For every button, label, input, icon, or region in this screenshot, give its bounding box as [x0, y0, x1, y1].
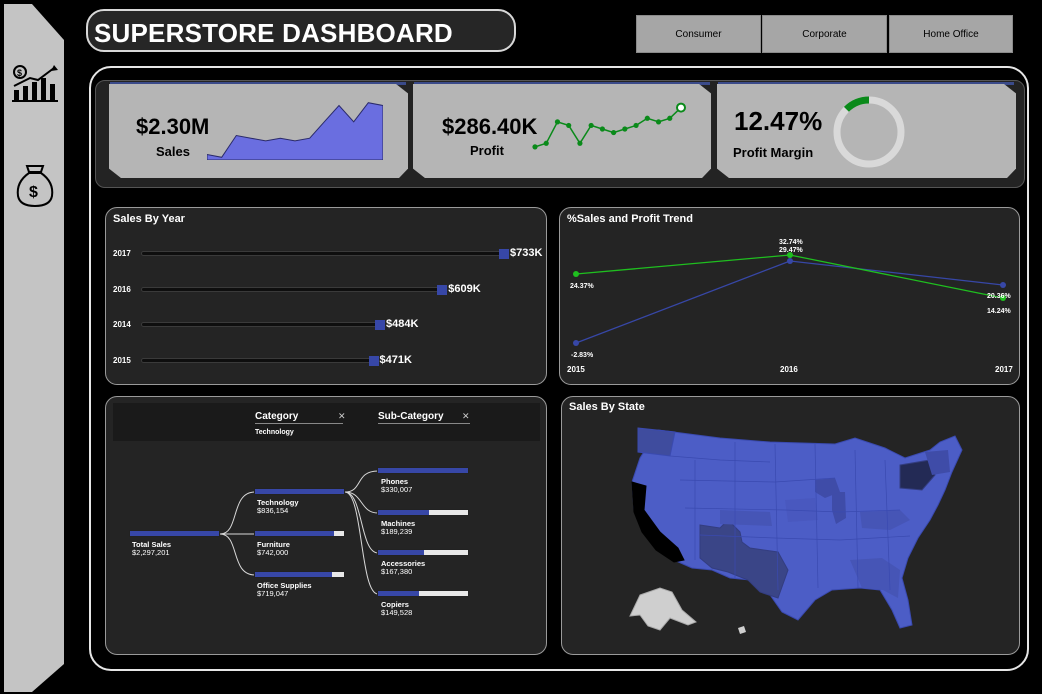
year-bar-track: [141, 357, 376, 363]
year-bar-track: [141, 322, 382, 327]
year-bar-value: $609K: [448, 282, 481, 295]
profit-sparkline-point: [532, 144, 538, 150]
margin-donut-value-arc: [843, 96, 870, 112]
category-node-bar[interactable]: [254, 488, 345, 495]
profit-sparkline-point: [611, 129, 617, 136]
subcategory-node-bar[interactable]: [377, 509, 469, 516]
subcategory-node-fill: [378, 591, 419, 596]
profit-sparkline-point: [543, 140, 549, 146]
trend-series-point: [573, 340, 579, 346]
decomposition-connectors: [219, 470, 379, 595]
page-title: SUPERSTORE DASHBOARD: [94, 18, 453, 48]
svg-text:$: $: [17, 68, 22, 78]
year-bar: [499, 249, 509, 259]
trend-chart: [573, 252, 1006, 346]
profit-value: $286.40K: [442, 114, 538, 139]
money-bag-icon[interactable]: $: [10, 164, 60, 214]
trend-series-point: [1000, 282, 1006, 288]
year-bar-value: $733K: [510, 247, 543, 259]
year-label: 2017: [113, 249, 131, 258]
sidebar: $ $: [4, 4, 64, 692]
margin-value: 12.47%: [734, 106, 823, 136]
sales-sparkline: [207, 102, 383, 160]
profit-sparkline-point: [554, 119, 561, 125]
profit-sparkline-point: [655, 119, 662, 125]
kpi-card-margin[interactable]: 12.47% Profit Margin: [717, 84, 1016, 178]
profit-sparkline-point: [644, 115, 650, 121]
year-label: 2014: [113, 320, 131, 329]
profit-sparkline-point: [676, 102, 686, 113]
subcategory-node-value: $330,007: [381, 485, 413, 494]
profit-label: Profit: [470, 143, 504, 158]
profit-sparkline-point: [667, 115, 673, 121]
year-bar: [368, 355, 379, 366]
category-node-bar[interactable]: [254, 571, 345, 578]
subcategory-node-fill: [378, 510, 430, 515]
subcategory-node-value: $149,528: [381, 608, 413, 617]
kpi-card-sales[interactable]: $2.30M Sales: [109, 84, 408, 178]
root-node-bar[interactable]: [129, 530, 220, 537]
category-node-fill: [255, 531, 335, 536]
sales-value: $2.30M: [136, 114, 210, 139]
year-label: 2015: [113, 355, 131, 365]
sales-by-year-title: Sales By Year: [113, 213, 185, 225]
category-node-value: $742,000: [257, 548, 289, 557]
subcategory-node-fill: [378, 550, 424, 555]
us-sales-map[interactable]: [600, 420, 980, 645]
profit-sparkline-point: [599, 126, 605, 132]
growth-chart-icon[interactable]: $: [10, 62, 60, 112]
segment-button-home-office[interactable]: Home Office: [889, 15, 1013, 53]
profit-sparkline-point: [588, 122, 594, 129]
year-bar-value: $471K: [379, 353, 412, 366]
trend-series-point: [787, 258, 793, 264]
segment-button-consumer[interactable]: Consumer: [636, 15, 761, 53]
subcategory-node-bar[interactable]: [377, 549, 469, 556]
trend-series-line: [575, 260, 1004, 344]
subcategory-node-bar[interactable]: [377, 590, 469, 597]
category-node-bar[interactable]: [254, 530, 345, 537]
trend-point-label: 20.36%: [987, 293, 1011, 300]
trend-point-label: 24.37%: [570, 283, 594, 290]
year-bar: [437, 284, 448, 295]
profit-sparkline-point: [566, 122, 572, 129]
year-bar-track: [141, 286, 445, 292]
trend-point-label: 14.24%: [987, 308, 1011, 315]
kpi-card-profit[interactable]: $286.40K Profit: [413, 84, 711, 178]
subcategory-node-bar[interactable]: [377, 467, 469, 474]
svg-text:$: $: [29, 184, 38, 201]
subcategory-node-value: $189,239: [381, 527, 413, 536]
profit-sparkline-point: [577, 140, 583, 146]
margin-label: Profit Margin: [733, 145, 814, 160]
subcategory-node-fill: [378, 468, 468, 473]
margin-donut: [833, 96, 905, 168]
trend-point-label: 32.74%: [779, 239, 803, 246]
trend-x-tick: 2015: [567, 365, 585, 374]
trend-point-label: -2.83%: [571, 352, 594, 359]
profit-sparkline-line: [534, 107, 682, 148]
year-label: 2016: [113, 284, 131, 294]
trend-series-point: [573, 271, 579, 277]
category-node-fill: [255, 572, 332, 577]
title-box: SUPERSTORE DASHBOARD: [86, 9, 516, 52]
subcategory-node-value: $167,380: [381, 567, 413, 576]
segment-button-corporate[interactable]: Corporate: [762, 15, 887, 53]
map-title: Sales By State: [569, 401, 645, 413]
sales-sparkline-area: [207, 102, 383, 160]
year-bar: [375, 320, 385, 330]
category-node-fill: [255, 489, 344, 494]
trend-x-tick: 2016: [780, 365, 798, 374]
profit-sparkline-point: [633, 122, 639, 129]
year-bar-track: [141, 251, 506, 256]
margin-donut-track: [833, 96, 905, 168]
root-node-value: $2,297,201: [132, 548, 170, 557]
year-bar-value: $484K: [386, 318, 419, 330]
profit-sparkline: [532, 102, 686, 150]
profit-sparkline-point: [622, 126, 628, 132]
category-node-value: $836,154: [257, 506, 289, 515]
sales-label: Sales: [156, 144, 190, 159]
category-node-value: $719,047: [257, 589, 289, 598]
trend-point-label: 29.47%: [779, 247, 803, 254]
trend-x-tick: 2017: [995, 365, 1013, 374]
